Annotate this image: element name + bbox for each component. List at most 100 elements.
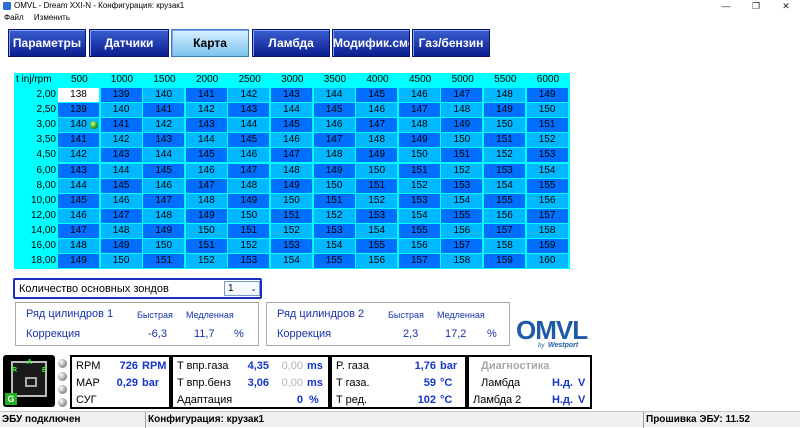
map-cell[interactable]: 148 [271,163,312,178]
tab-map[interactable]: Карта [171,29,249,57]
map-cell[interactable]: 147 [271,148,312,163]
map-cell[interactable]: 141 [143,103,185,118]
map-cell[interactable]: 151 [484,133,525,148]
map-cell[interactable]: 146 [143,178,185,193]
map-cell[interactable]: 140 [143,88,185,102]
map-cell[interactable]: 139 [100,88,142,102]
map-cell[interactable]: 148 [484,88,525,102]
map-cell[interactable]: 151 [313,193,355,208]
map-cell[interactable]: 144 [313,88,355,102]
map-cell[interactable]: 151 [271,208,312,223]
tab-sensors[interactable]: Датчики [89,29,169,57]
map-cell[interactable]: 148 [356,133,398,148]
map-cell[interactable]: 155 [356,239,398,253]
map-cell[interactable]: 153 [526,148,568,163]
map-cell[interactable]: 147 [58,223,99,238]
map-cell[interactable]: 141 [100,118,142,133]
map-cell[interactable]: 149 [313,163,355,178]
map-cell[interactable]: 141 [185,88,227,102]
map-cell[interactable]: 147 [398,103,440,118]
map-cell[interactable]: 149 [398,133,440,148]
map-cell[interactable]: 140 [100,103,142,118]
map-cell[interactable]: 148 [398,118,440,133]
map-cell[interactable]: 150 [398,148,440,163]
map-cell[interactable]: 150 [185,223,227,238]
map-cell[interactable]: 139 [58,103,99,118]
map-cell[interactable]: 155 [484,193,525,208]
map-cell[interactable]: 146 [271,133,312,148]
close-button[interactable]: ✕ [772,0,800,12]
menu-edit[interactable]: Изменить [34,13,70,22]
map-cell[interactable]: 152 [228,239,270,253]
map-cell[interactable]: 158 [441,254,483,269]
map-cell[interactable]: 150 [441,133,483,148]
map-cell[interactable]: 150 [143,239,185,253]
map-cell[interactable]: 151 [398,163,440,178]
map-cell[interactable]: 152 [484,148,525,163]
map-cell[interactable]: 145 [228,133,270,148]
map-cell[interactable]: 153 [398,193,440,208]
map-cell[interactable]: 153 [313,223,355,238]
map-cell[interactable]: 153 [228,254,270,269]
map-cell[interactable]: 143 [185,118,227,133]
map-cell[interactable]: 147 [228,163,270,178]
minimize-button[interactable]: — [712,0,740,12]
map-cell[interactable]: 157 [441,239,483,253]
map-cell[interactable]: 145 [271,118,312,133]
probe-count-select[interactable]: 1 ⌄ [224,281,260,296]
chevron-down-icon[interactable]: ⌄ [250,282,257,295]
map-cell[interactable]: 148 [313,148,355,163]
map-cell[interactable]: 154 [313,239,355,253]
map-cell[interactable]: 147 [356,118,398,133]
map-cell[interactable]: 146 [100,193,142,208]
map-cell[interactable]: 146 [228,148,270,163]
map-cell[interactable]: 149 [185,208,227,223]
map-cell[interactable]: 148 [100,223,142,238]
map-cell[interactable]: 154 [398,208,440,223]
map-cell[interactable]: 146 [356,103,398,118]
map-cell[interactable]: 142 [58,148,99,163]
map-cell[interactable]: 151 [526,118,568,133]
map-cell[interactable]: 151 [356,178,398,193]
map-cell[interactable]: 145 [313,103,355,118]
map-cell[interactable]: 159 [484,254,525,269]
map-cell[interactable]: 154 [526,163,568,178]
map-cell[interactable]: 143 [100,148,142,163]
maximize-button[interactable]: ❐ [742,0,770,12]
map-cell[interactable]: 151 [441,148,483,163]
map-cell[interactable]: 149 [100,239,142,253]
map-cell[interactable]: 143 [228,103,270,118]
map-cell[interactable]: 152 [398,178,440,193]
map-cell[interactable]: 144 [185,133,227,148]
map-cell[interactable]: 144 [271,103,312,118]
map-cell[interactable]: 152 [185,254,227,269]
map-cell[interactable]: 153 [356,208,398,223]
map-cell[interactable]: 143 [143,133,185,148]
map-cell[interactable]: 157 [484,223,525,238]
map-cell[interactable]: 152 [313,208,355,223]
map-cell[interactable]: 142 [100,133,142,148]
map-cell[interactable]: 154 [484,178,525,193]
map-cell[interactable]: 150 [228,208,270,223]
map-cell[interactable]: 144 [58,178,99,193]
map-cell[interactable]: 155 [526,178,568,193]
map-cell[interactable]: 141 [58,133,99,148]
map-cell[interactable]: 149 [58,254,99,269]
map-cell[interactable]: 145 [143,163,185,178]
map-cell[interactable]: 144 [228,118,270,133]
map-cell[interactable]: 150 [100,254,142,269]
map-cell[interactable]: 158 [484,239,525,253]
map-cell[interactable]: 145 [356,88,398,102]
map-cell[interactable]: 149 [526,88,568,102]
map-cell[interactable]: 151 [228,223,270,238]
map-cell[interactable]: 145 [185,148,227,163]
map-cell[interactable]: 152 [441,163,483,178]
map-cell[interactable]: 146 [313,118,355,133]
map-cell[interactable]: 152 [271,223,312,238]
map-cell[interactable]: 149 [228,193,270,208]
map-cell[interactable]: 149 [484,103,525,118]
map-cell[interactable]: 142 [143,118,185,133]
map-cell[interactable]: 150 [356,163,398,178]
map-cell[interactable]: 150 [484,118,525,133]
map-cell[interactable]: 153 [484,163,525,178]
